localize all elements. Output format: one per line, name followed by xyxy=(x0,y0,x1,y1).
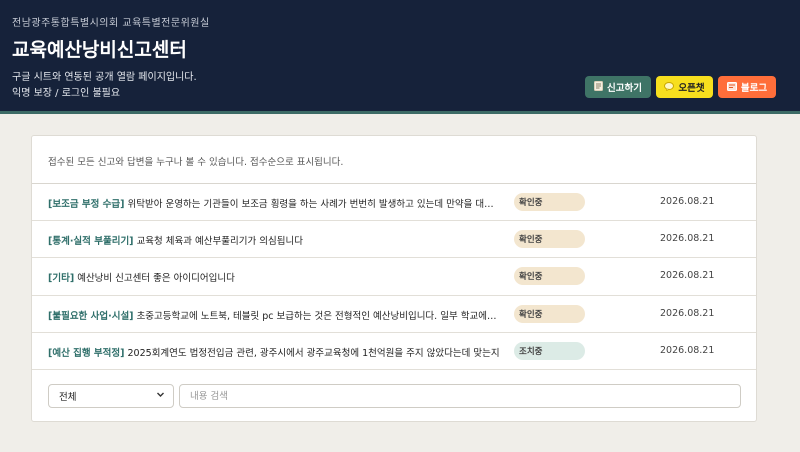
page-title: 교육예산낭비신고센터 xyxy=(12,39,187,61)
report-date: 2026.08.21 xyxy=(660,307,715,319)
report-summary: 초중고등학교에 노트북, 테블릿 pc 보급하는 것은 전형적인 예산낭비입니다… xyxy=(136,310,502,322)
page-header: 전남광주통합특별시의회 교육특별전문위원실 교육예산낭비신고센터 구글 시트와 … xyxy=(0,0,800,114)
anonymity-note: 익명 보장 / 로그인 불필요 xyxy=(12,88,121,99)
report-category: [기타] xyxy=(48,273,75,285)
page-description: 구글 시트와 연동된 공개 열람 페이지입니다. xyxy=(12,72,197,83)
chat-bubble-icon xyxy=(664,81,675,93)
report-category: [불필요한 사업·시설] xyxy=(48,310,134,322)
report-row[interactable]: [불필요한 사업·시설] 초중고등학교에 노트북, 테블릿 pc 보급하는 것은… xyxy=(32,296,756,333)
document-icon xyxy=(594,81,604,93)
category-filter-select[interactable]: 전체 xyxy=(48,384,174,408)
chevron-down-icon xyxy=(156,390,165,402)
report-row[interactable]: [기타] 예산낭비 신고센터 좋은 아이디어입니다 확인중 2026.08.21 xyxy=(32,258,756,296)
status-badge: 확인중 xyxy=(514,230,585,249)
report-category: [통계·실적 부풀리기] xyxy=(48,236,134,248)
report-date: 2026.08.21 xyxy=(660,344,715,356)
report-summary: 2025회계연도 법정전입금 관련, 광주시에서 광주교육청에 1천억원을 주지… xyxy=(127,347,500,359)
blog-button[interactable]: 블로그 xyxy=(718,76,776,98)
status-badge: 조치중 xyxy=(514,341,585,360)
report-row[interactable]: [예산 집행 부적정] 2025회계연도 법정전입금 관련, 광주시에서 광주교… xyxy=(32,333,756,370)
report-list-panel: 접수된 모든 신고와 답변을 누구나 볼 수 있습니다. 접수순으로 표시됩니다… xyxy=(31,135,757,422)
status-badge: 확인중 xyxy=(514,304,585,323)
report-category: [보조금 부정 수급] xyxy=(48,199,125,210)
search-input[interactable] xyxy=(179,384,741,408)
blog-button-label: 블로그 xyxy=(740,83,768,94)
report-button[interactable]: 신고하기 xyxy=(585,76,651,98)
status-badge: 확인중 xyxy=(514,193,585,211)
report-button-label: 신고하기 xyxy=(607,83,642,94)
status-badge: 확인중 xyxy=(514,267,585,286)
report-text: [예산 집행 부적정] 2025회계연도 법정전입금 관련, 광주시에서 광주교… xyxy=(48,345,502,359)
blog-icon xyxy=(726,81,737,93)
report-category: [예산 집행 부적정] xyxy=(48,347,125,359)
report-summary: 위탁받아 운영하는 기관들이 보조금 횡령을 하는 사례가 번번히 발생하고 있… xyxy=(127,199,502,210)
report-text: [기타] 예산낭비 신고센터 좋은 아이디어입니다 xyxy=(48,270,502,284)
report-text: [통계·실적 부풀리기] 교육청 체육과 예산부풀리기가 의심됩니다 xyxy=(48,233,502,247)
report-text: [불필요한 사업·시설] 초중고등학교에 노트북, 테블릿 pc 보급하는 것은… xyxy=(48,308,502,322)
report-date: 2026.08.21 xyxy=(660,233,715,245)
report-text: [보조금 부정 수급] 위탁받아 운영하는 기관들이 보조금 횡령을 하는 사례… xyxy=(48,196,502,210)
report-summary: 교육청 체육과 예산부풀리기가 의심됩니다 xyxy=(136,236,303,248)
openchat-button-label: 오픈챗 xyxy=(678,83,705,94)
report-row[interactable]: [보조금 부정 수급] 위탁받아 운영하는 기관들이 보조금 횡령을 하는 사례… xyxy=(32,184,756,222)
report-list: [보조금 부정 수급] 위탁받아 운영하는 기관들이 보조금 횡령을 하는 사례… xyxy=(32,183,756,370)
report-date: 2026.08.21 xyxy=(660,196,715,207)
report-summary: 예산낭비 신고센터 좋은 아이디어입니다 xyxy=(77,273,235,285)
report-row[interactable]: [통계·실적 부풀리기] 교육청 체육과 예산부풀리기가 의심됩니다 확인중 2… xyxy=(32,221,756,259)
list-notice: 접수된 모든 신고와 답변을 누구나 볼 수 있습니다. 접수순으로 표시됩니다… xyxy=(48,157,344,168)
filter-selected-value: 전체 xyxy=(59,392,77,403)
openchat-button[interactable]: 오픈챗 xyxy=(656,76,713,98)
organization-name: 전남광주통합특별시의회 교육특별전문위원실 xyxy=(12,18,210,29)
report-date: 2026.08.21 xyxy=(660,270,715,282)
